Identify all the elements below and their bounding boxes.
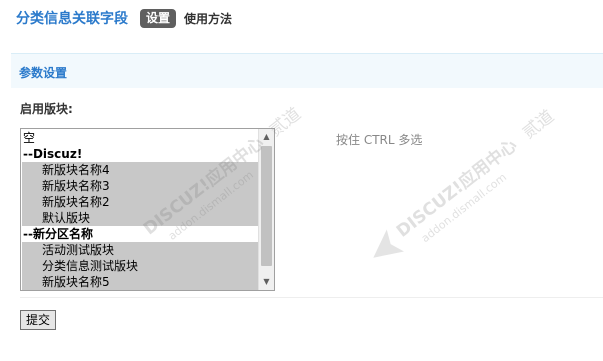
watermark-arrow-icon: [373, 229, 405, 258]
list-option[interactable]: 新版块名称4: [22, 162, 258, 178]
tab-usage[interactable]: 使用方法: [184, 10, 232, 27]
tab-settings[interactable]: 设置: [140, 8, 177, 28]
scroll-up-arrow-icon[interactable]: ▲: [259, 129, 274, 145]
section-header: 参数设置: [11, 53, 603, 88]
list-option[interactable]: 空: [22, 130, 258, 146]
option-group-label: --Discuz!: [23, 147, 83, 161]
page-header: 分类信息关联字段 设置 使用方法: [16, 8, 232, 28]
option-list: 空 --Discuz! 新版块名称4 新版块名称3 新版块名称2 默认版块 --新分区名称活…: [22, 130, 258, 290]
list-option[interactable]: 活动测试版块: [22, 242, 258, 258]
watermark-brand-2: DISCUZ!应用中心: [392, 135, 521, 242]
section-title: 参数设置: [19, 66, 68, 80]
watermark-right-text-2: 贰道: [519, 106, 558, 143]
list-option[interactable]: 分类信息测试版块: [22, 258, 258, 274]
field-label: 启用版块:: [20, 102, 73, 116]
multiselect-hint: 按住 CTRL 多选: [336, 133, 423, 147]
listbox-scrollbar[interactable]: ▲ ▼: [258, 129, 274, 290]
list-option[interactable]: 默认版块: [22, 210, 258, 226]
watermark-url-2: addon.dismall.com: [419, 171, 509, 245]
list-option[interactable]: 新版块名称3: [22, 178, 258, 194]
submit-button[interactable]: 提交: [20, 310, 56, 330]
watermark-logo-2: DISCUZ!应用中心 addon.dismall.com 贰道: [373, 106, 558, 258]
plugin-title: 分类信息关联字段: [16, 11, 128, 27]
option-group-label: --新分区名称: [23, 227, 93, 241]
scroll-down-arrow-icon[interactable]: ▼: [259, 274, 274, 290]
scroll-thumb[interactable]: [261, 146, 272, 266]
list-option[interactable]: 新版块名称2: [22, 194, 258, 210]
list-option[interactable]: 新版块名称5: [22, 274, 258, 290]
form-divider: [20, 297, 603, 298]
forum-multiselect[interactable]: 空 --Discuz! 新版块名称4 新版块名称3 新版块名称2 默认版块 --新分区名称活…: [20, 128, 275, 291]
